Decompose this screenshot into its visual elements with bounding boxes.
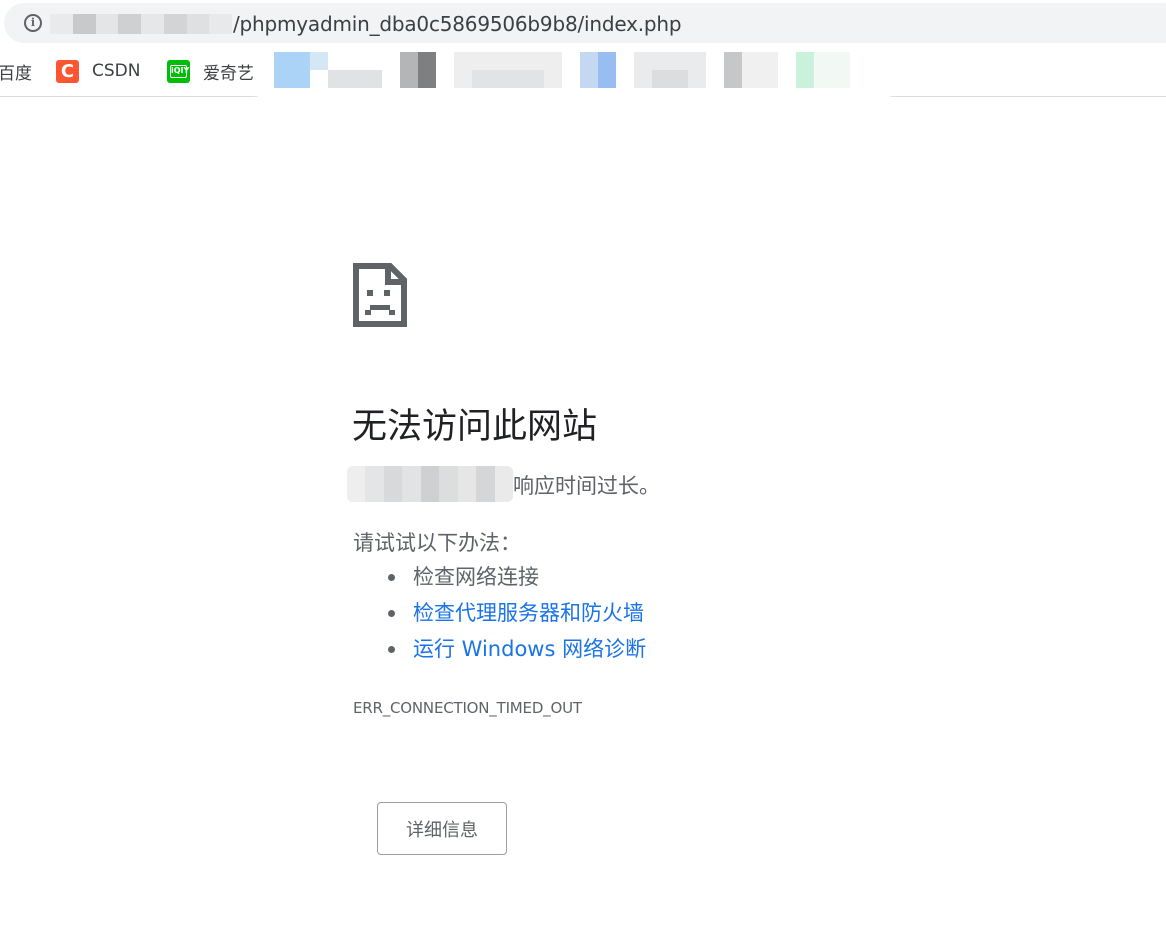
url-path[interactable]: /phpmyadmin_dba0c5869506b9b8/index.php [233, 12, 682, 36]
bookmark-csdn[interactable]: C CSDN [56, 59, 140, 83]
details-button[interactable]: 详细信息 [377, 802, 507, 855]
bullet-icon [388, 574, 395, 581]
error-title: 无法访问此网站 [352, 407, 598, 447]
csdn-icon: C [56, 59, 79, 83]
bookmark-label: CSDN [92, 61, 141, 81]
bookmark-label: 爱奇艺 [203, 63, 254, 84]
bullet-icon [388, 610, 395, 617]
suggestion-text: 检查网络连接 [413, 565, 539, 589]
try-suggestions-label: 请试试以下办法： [353, 531, 521, 555]
bookmark-label: 百度 [0, 63, 32, 84]
bookmark-iqiyi[interactable]: iQIY 爱奇艺 [167, 59, 254, 84]
sad-page-icon [353, 263, 407, 327]
suggestion-check-network: 检查网络连接 [386, 562, 646, 598]
url-host-redacted [50, 14, 232, 34]
suggestion-list: 检查网络连接 检查代理服务器和防火墙 运行 Windows 网络诊断 [386, 562, 646, 670]
address-bar[interactable]: i /phpmyadmin_dba0c5869506b9b8/index.php [4, 3, 1166, 43]
info-icon[interactable]: i [24, 14, 42, 32]
bookmarks-redacted [258, 52, 890, 104]
run-diagnostics-link[interactable]: 运行 Windows 网络诊断 [413, 637, 646, 661]
host-redacted [347, 466, 513, 502]
check-proxy-link[interactable]: 检查代理服务器和防火墙 [413, 601, 644, 625]
iqiyi-icon: iQIY [167, 59, 190, 83]
suggestion-check-proxy: 检查代理服务器和防火墙 [386, 598, 646, 634]
bullet-icon [388, 646, 395, 653]
iqiyi-glyph: iQIY [170, 64, 189, 78]
bookmark-baidu[interactable]: 百度 [0, 59, 32, 84]
suggestion-run-diagnostics: 运行 Windows 网络诊断 [386, 634, 646, 670]
error-description: 响应时间过长。 [513, 474, 660, 498]
browser-window: i /phpmyadmin_dba0c5869506b9b8/index.php… [0, 0, 1166, 943]
error-code: ERR_CONNECTION_TIMED_OUT [353, 699, 582, 717]
